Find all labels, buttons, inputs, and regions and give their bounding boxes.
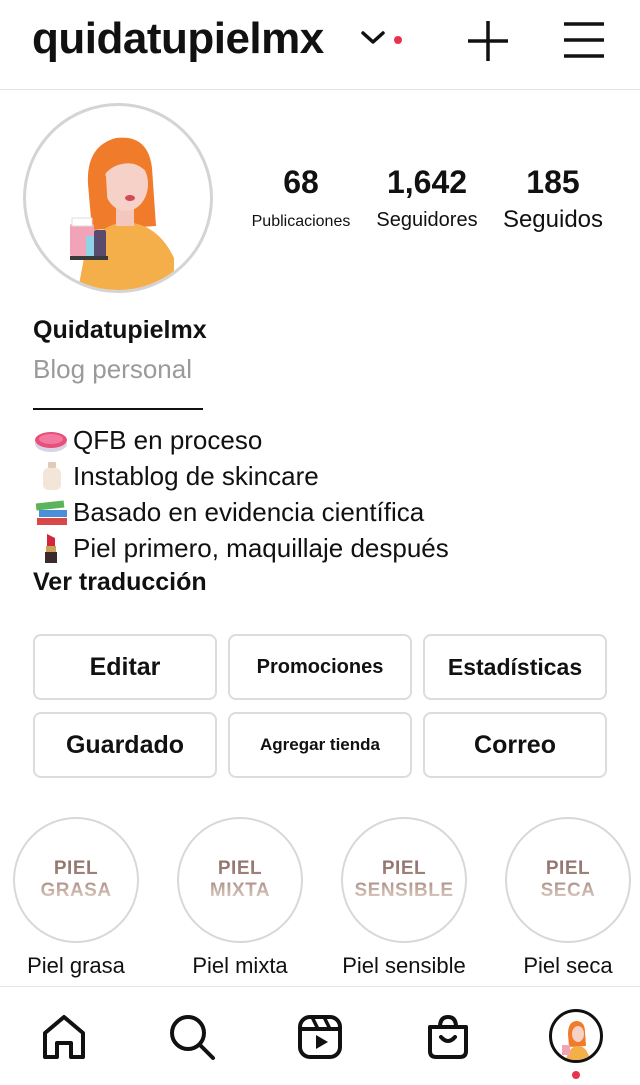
lipstick-icon	[45, 534, 57, 563]
reels-icon[interactable]	[296, 1013, 344, 1061]
bio-line: Piel primero, maquillaje después	[33, 532, 449, 564]
email-button[interactable]: Correo	[423, 712, 607, 778]
search-icon[interactable]	[168, 1013, 216, 1061]
highlight-label: Piel grasa	[27, 953, 125, 978]
home-icon[interactable]	[40, 1013, 88, 1061]
books-icon	[35, 500, 67, 525]
account-username[interactable]: quidatupielmx	[32, 14, 324, 64]
menu-icon[interactable]	[562, 20, 606, 60]
create-plus-icon[interactable]	[466, 19, 510, 63]
highlight-cover: PIEL SECA	[505, 817, 631, 943]
stat-number: 68	[283, 164, 319, 200]
see-translation-link[interactable]: Ver traducción	[33, 568, 207, 597]
highlight-cover: PIEL MIXTA	[177, 817, 303, 943]
bio-text: Basado en evidencia científica	[73, 496, 425, 527]
highlight-label: Piel mixta	[192, 953, 288, 978]
highlight-cover-text: PIEL SECA	[540, 858, 596, 901]
stat-followers[interactable]: 1,642 Seguidores	[368, 164, 486, 232]
highlight-cover-text: PIEL MIXTA	[209, 858, 271, 901]
add-shop-button[interactable]: Agregar tienda	[228, 712, 412, 778]
stat-following[interactable]: 185 Seguidos	[494, 164, 612, 234]
profile-avatar[interactable]	[23, 103, 213, 293]
petri-dish-icon	[35, 432, 67, 452]
highlight-cover-text: PIEL GRASA	[40, 858, 112, 901]
notification-dot	[572, 1071, 580, 1079]
highlight-piel-seca[interactable]: PIEL SECA Piel seca	[504, 817, 632, 979]
highlight-piel-grasa[interactable]: PIEL GRASA Piel grasa	[12, 817, 140, 979]
bio-text: Piel primero, maquillaje después	[73, 532, 449, 563]
lotion-bottle-icon	[43, 462, 61, 490]
chevron-down-icon[interactable]	[360, 28, 386, 48]
highlight-cover-text: PIEL SENSIBLE	[354, 858, 454, 901]
shop-icon[interactable]	[424, 1013, 472, 1061]
stat-label: Seguidores	[376, 209, 478, 231]
highlight-label: Piel seca	[523, 953, 613, 978]
bio-line: QFB en proceso	[33, 424, 262, 456]
edit-profile-button[interactable]: Editar	[33, 634, 217, 700]
avatar-illustration	[70, 137, 174, 290]
top-bar: quidatupielmx	[0, 0, 640, 90]
profile-category: Blog personal	[33, 354, 192, 384]
bio-text: Instablog de skincare	[73, 460, 319, 491]
bio-text: QFB en proceso	[73, 424, 263, 455]
stat-posts[interactable]: 68 Publicaciones	[244, 164, 358, 231]
profile-avatar[interactable]	[549, 1009, 603, 1063]
stat-number: 1,642	[386, 164, 468, 200]
highlight-cover: PIEL SENSIBLE	[341, 817, 467, 943]
stat-label: Publicaciones	[251, 213, 351, 230]
bio-line: Basado en evidencia científica	[33, 496, 424, 528]
highlight-cover: PIEL GRASA	[13, 817, 139, 943]
stat-number: 185	[526, 164, 580, 200]
bio-line: Instablog de skincare	[33, 460, 319, 492]
promotions-button[interactable]: Promociones	[228, 634, 412, 700]
avatar-illustration	[562, 1021, 590, 1060]
highlight-piel-sensible[interactable]: PIEL SENSIBLE Piel sensible	[340, 817, 468, 979]
bio-divider	[33, 408, 203, 410]
profile-name: Quidatupielmx	[33, 316, 207, 344]
saved-button[interactable]: Guardado	[33, 712, 217, 778]
stat-label: Seguidos	[502, 206, 604, 233]
notification-dot	[394, 36, 402, 44]
bottom-nav	[0, 986, 640, 1085]
highlight-label: Piel sensible	[342, 953, 466, 978]
insights-button[interactable]: Estadísticas	[423, 634, 607, 700]
highlight-piel-mixta[interactable]: PIEL MIXTA Piel mixta	[176, 817, 304, 979]
